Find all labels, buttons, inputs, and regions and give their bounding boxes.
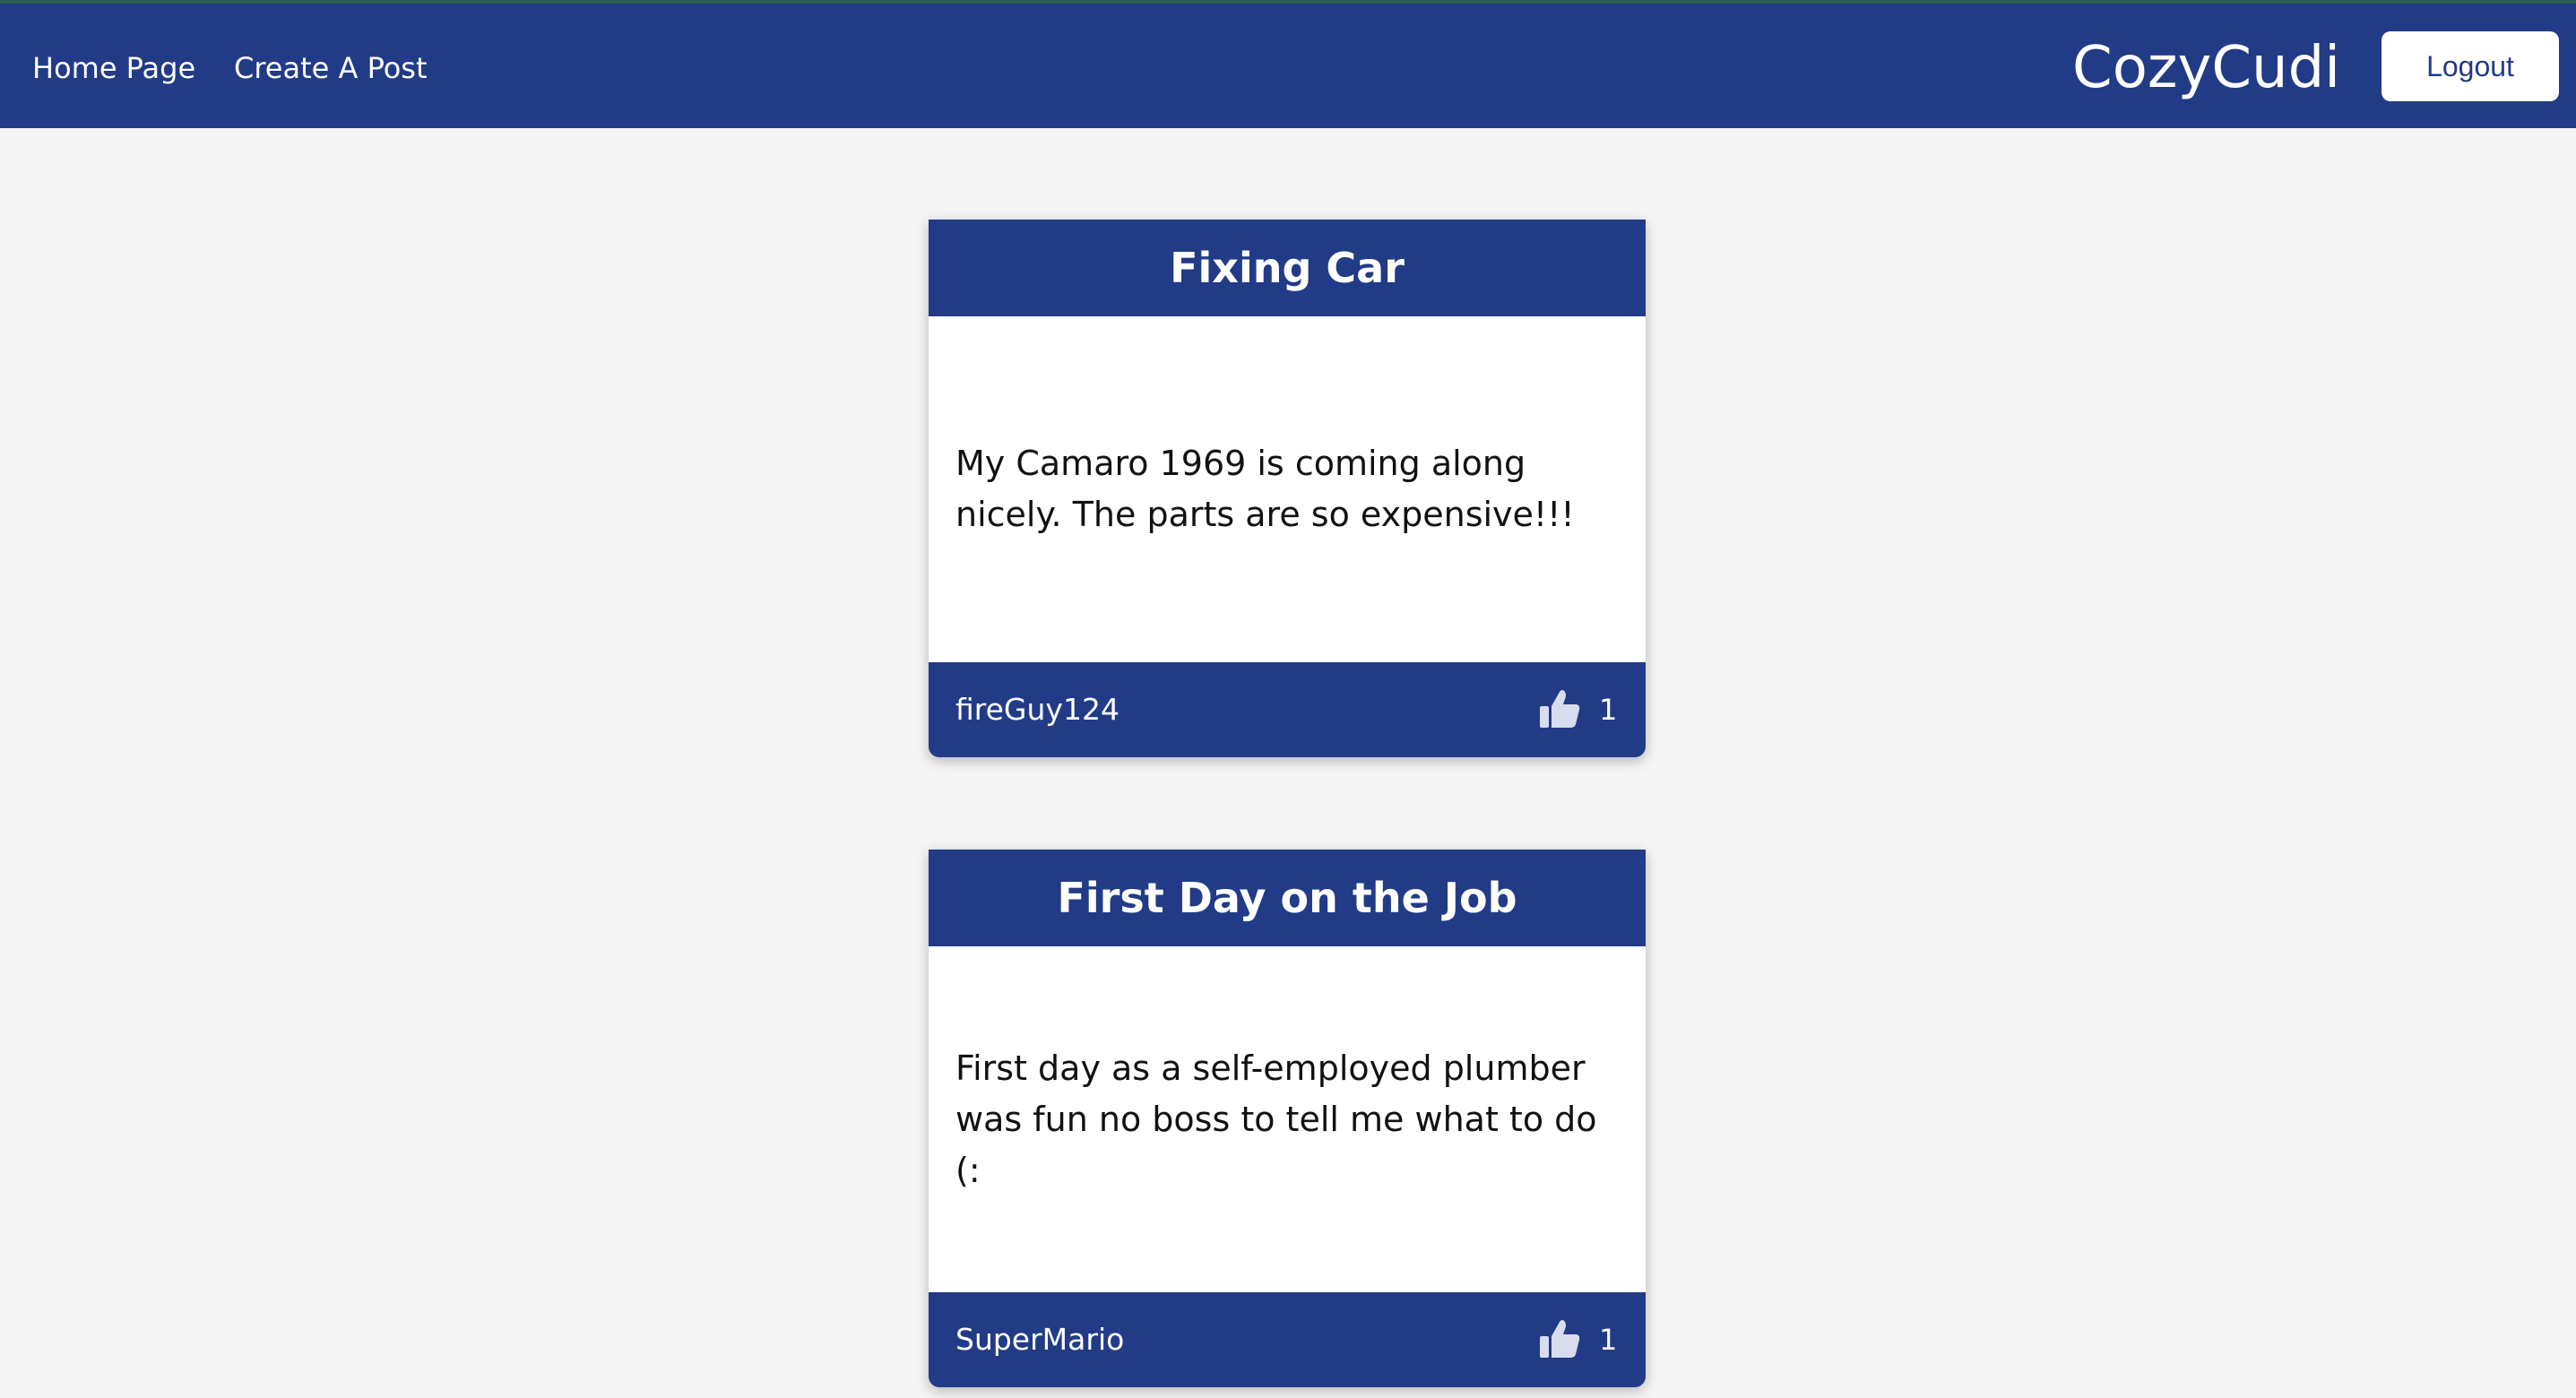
like-count: 1 bbox=[1599, 1323, 1618, 1357]
nav-create-post-link[interactable]: Create A Post bbox=[234, 48, 428, 88]
post-title: First Day on the Job bbox=[929, 850, 1646, 946]
post-footer: SuperMario 1 bbox=[929, 1292, 1646, 1387]
navbar: Home Page Create A Post CozyCudi Logout bbox=[0, 4, 2576, 128]
like-count: 1 bbox=[1599, 693, 1618, 727]
thumbs-up-icon[interactable] bbox=[1538, 1318, 1581, 1359]
post-card: Fixing Car My Camaro 1969 is coming alon… bbox=[929, 220, 1646, 757]
post-author: SuperMario bbox=[955, 1322, 1125, 1357]
post-card: First Day on the Job First day as a self… bbox=[929, 850, 1646, 1387]
post-body-text: First day as a self-employed plumber was… bbox=[955, 1048, 1597, 1190]
brand-logo-text: CozyCudi bbox=[2072, 35, 2340, 101]
post-footer: fireGuy124 1 bbox=[929, 662, 1646, 757]
post-title: Fixing Car bbox=[929, 220, 1646, 316]
post-body-text: My Camaro 1969 is coming along nicely. T… bbox=[955, 444, 1575, 534]
post-author: fireGuy124 bbox=[955, 692, 1119, 727]
nav-home-link[interactable]: Home Page bbox=[32, 48, 195, 88]
post-body: My Camaro 1969 is coming along nicely. T… bbox=[929, 316, 1646, 662]
logout-button[interactable]: Logout bbox=[2382, 31, 2559, 101]
post-body: First day as a self-employed plumber was… bbox=[929, 946, 1646, 1292]
thumbs-up-icon[interactable] bbox=[1538, 688, 1581, 729]
